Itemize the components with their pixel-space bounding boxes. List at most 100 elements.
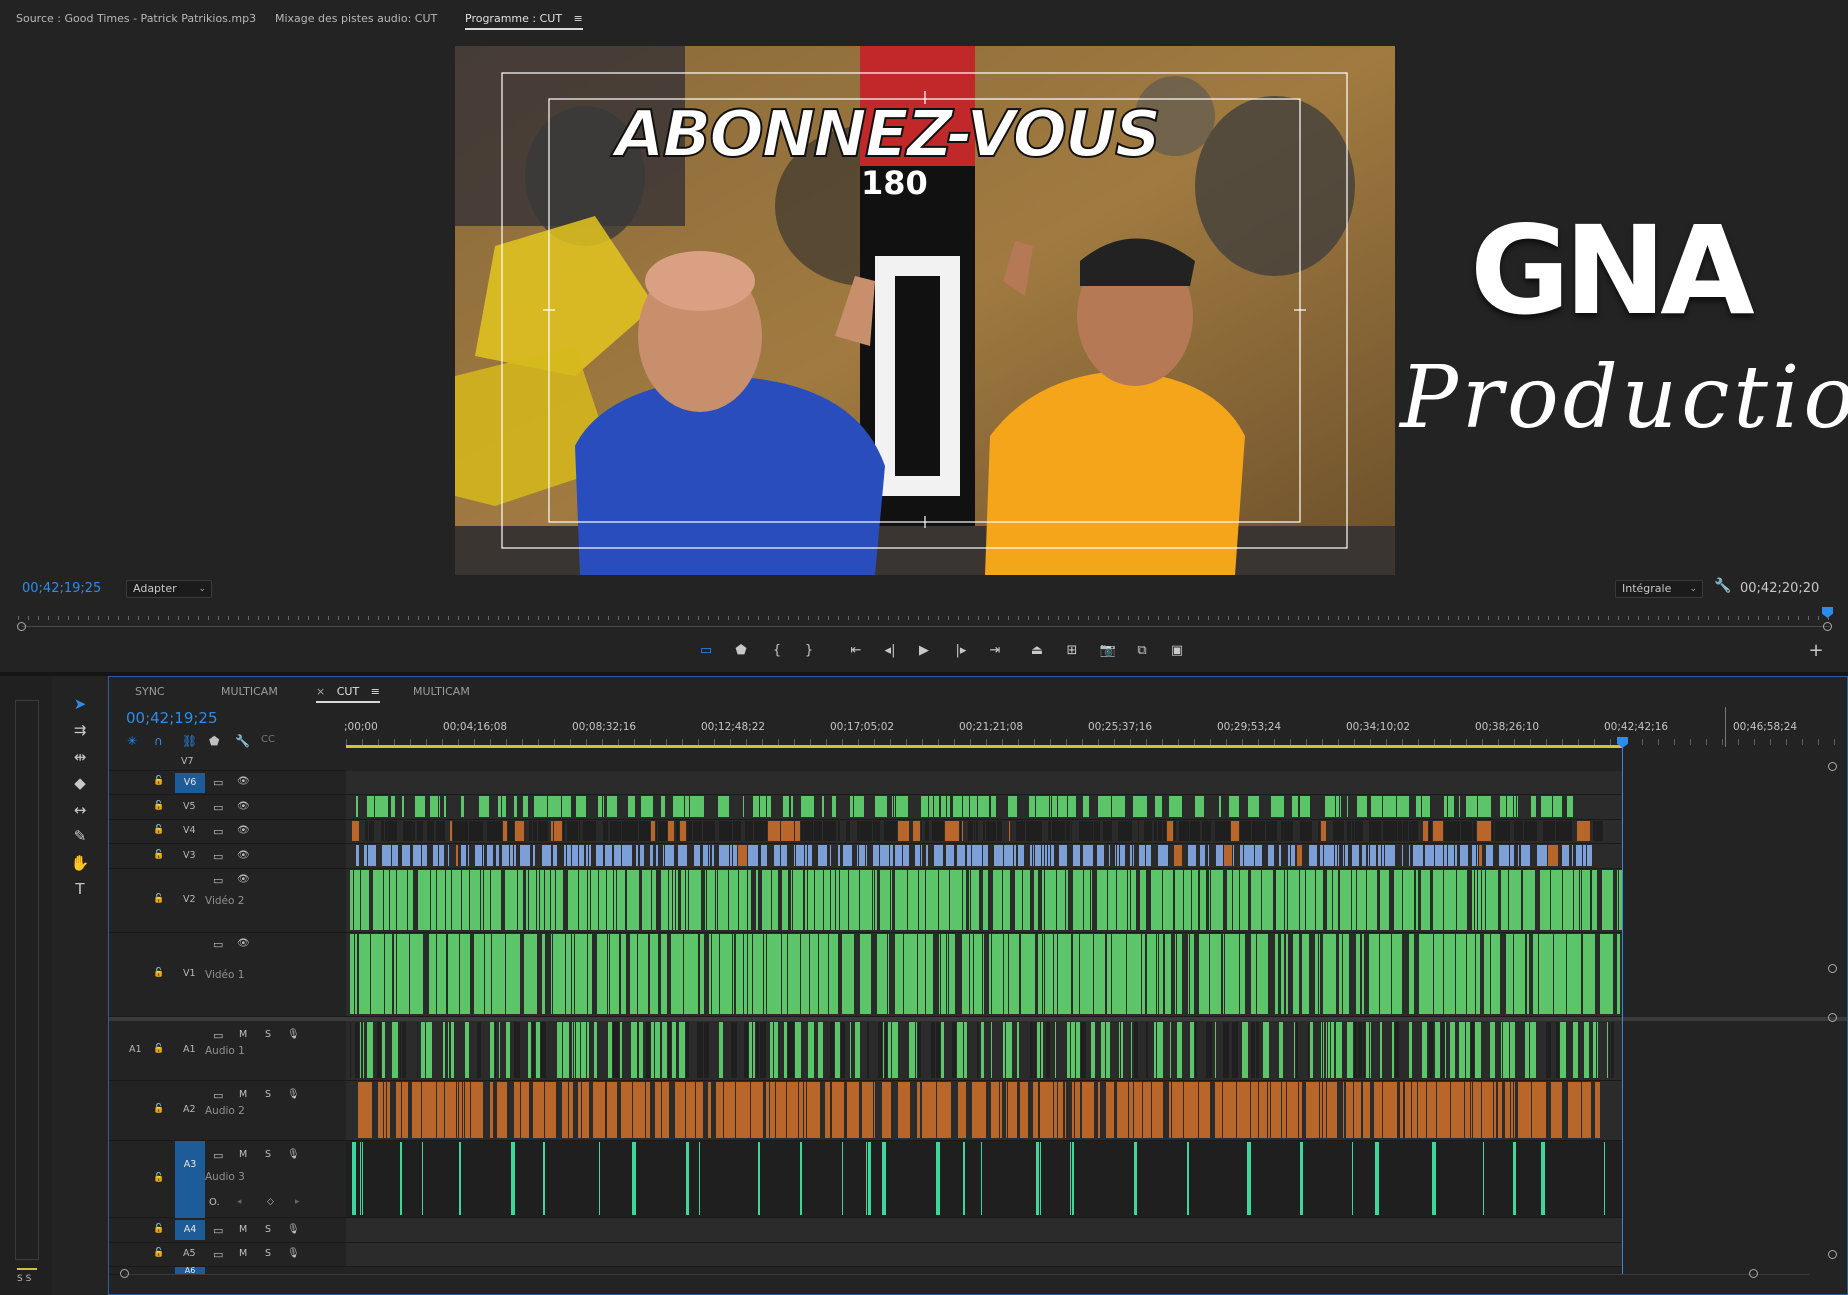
timeline-clip[interactable] bbox=[1385, 845, 1395, 866]
mute-button[interactable]: M bbox=[239, 1029, 247, 1040]
timeline-clip[interactable] bbox=[651, 821, 655, 841]
timeline-clip[interactable] bbox=[699, 1142, 700, 1215]
timeline-clip[interactable] bbox=[795, 821, 800, 841]
timeline-clip[interactable] bbox=[1018, 845, 1024, 866]
timeline-clip[interactable] bbox=[983, 821, 985, 841]
timeline-clip[interactable] bbox=[417, 821, 423, 841]
solo-button[interactable]: S bbox=[265, 1149, 271, 1160]
timeline-clip[interactable] bbox=[1525, 1022, 1529, 1078]
timeline-clip[interactable] bbox=[1120, 845, 1125, 866]
timeline-clip[interactable] bbox=[1083, 845, 1093, 866]
timeline-clip[interactable] bbox=[857, 845, 858, 866]
tab-multicam-1[interactable]: MULTICAM bbox=[221, 685, 278, 698]
timeline-clip[interactable] bbox=[392, 845, 398, 866]
timeline-clip[interactable] bbox=[1394, 870, 1402, 930]
timeline-clip[interactable] bbox=[474, 934, 484, 1014]
go-to-in-icon[interactable]: ⇤ bbox=[845, 642, 867, 660]
timeline-clip[interactable] bbox=[1563, 870, 1573, 930]
timeline-clip[interactable] bbox=[1602, 870, 1613, 930]
timeline-clip[interactable] bbox=[719, 821, 732, 841]
timeline-clip[interactable] bbox=[1380, 870, 1389, 930]
timeline-clip[interactable] bbox=[796, 845, 804, 866]
timeline-clip[interactable] bbox=[408, 870, 413, 930]
timeline-clip[interactable] bbox=[1352, 845, 1359, 866]
timeline-clip[interactable] bbox=[1490, 1022, 1495, 1078]
timeline-clip[interactable] bbox=[479, 796, 489, 817]
timeline-timecode[interactable]: 00;42;19;25 bbox=[126, 709, 218, 727]
timeline-clip[interactable] bbox=[1405, 1082, 1411, 1138]
timeline-clip[interactable] bbox=[490, 1022, 494, 1078]
timeline-clip[interactable] bbox=[1184, 1082, 1198, 1138]
track-target-toggle[interactable]: A3 bbox=[175, 1141, 205, 1218]
timeline-clip[interactable] bbox=[1466, 1022, 1470, 1078]
timeline-clip[interactable] bbox=[651, 1022, 654, 1078]
timeline-clip[interactable] bbox=[1257, 934, 1268, 1014]
timeline-clip[interactable] bbox=[1318, 821, 1320, 841]
timeline-clip[interactable] bbox=[962, 934, 969, 1014]
timeline-clip[interactable] bbox=[433, 845, 438, 866]
timeline-clip[interactable] bbox=[1058, 796, 1067, 817]
timeline-clip[interactable] bbox=[1187, 1142, 1189, 1215]
timeline-clip[interactable] bbox=[1071, 821, 1072, 841]
timeline-clip[interactable] bbox=[1115, 845, 1116, 866]
tab-multicam-2[interactable]: MULTICAM bbox=[413, 685, 470, 698]
timeline-clip[interactable] bbox=[1456, 934, 1466, 1014]
timeline-clip[interactable] bbox=[506, 1022, 510, 1078]
timeline-clip[interactable] bbox=[818, 845, 827, 866]
timeline-clip[interactable] bbox=[916, 1022, 917, 1078]
timeline-clip[interactable] bbox=[581, 1022, 586, 1078]
timeline-clip[interactable] bbox=[668, 1022, 671, 1078]
timeline-clip[interactable] bbox=[1582, 870, 1590, 930]
timeline-clip[interactable] bbox=[523, 796, 528, 817]
timeline-clip[interactable] bbox=[794, 845, 795, 866]
timeline-clip[interactable] bbox=[614, 870, 616, 930]
mark-in-icon[interactable]: { bbox=[766, 642, 788, 660]
timeline-clip[interactable] bbox=[1486, 870, 1498, 930]
timeline-clip[interactable] bbox=[1072, 1142, 1074, 1215]
timeline-clip[interactable] bbox=[1517, 796, 1518, 817]
timeline-clip[interactable] bbox=[532, 1022, 535, 1078]
timeline-clip[interactable] bbox=[655, 1022, 660, 1078]
timeline-clip[interactable] bbox=[842, 1142, 843, 1215]
timeline-clip[interactable] bbox=[767, 934, 781, 1014]
panel-menu-icon[interactable]: ≡ bbox=[574, 12, 583, 25]
timeline-clip[interactable] bbox=[557, 1022, 562, 1078]
timeline-clip[interactable] bbox=[1199, 934, 1209, 1014]
timeline-clip[interactable] bbox=[874, 1082, 875, 1138]
timeline-clip[interactable] bbox=[1506, 934, 1513, 1014]
timeline-clip[interactable] bbox=[639, 821, 650, 841]
timeline-clip[interactable] bbox=[972, 845, 982, 866]
timeline-clip[interactable] bbox=[1437, 1082, 1450, 1138]
timeline-clip[interactable] bbox=[748, 934, 752, 1014]
timeline-clip[interactable] bbox=[1052, 796, 1057, 817]
timeline-clip[interactable] bbox=[745, 821, 753, 841]
timeline-clip[interactable] bbox=[866, 845, 867, 866]
timeline-clip[interactable] bbox=[882, 1082, 891, 1138]
timeline-clip[interactable] bbox=[1576, 845, 1582, 866]
timeline-clip[interactable] bbox=[1514, 1082, 1515, 1138]
timeline-clip[interactable] bbox=[1038, 934, 1042, 1014]
timeline-clip[interactable] bbox=[1054, 1082, 1057, 1138]
timeline-clip[interactable] bbox=[1131, 870, 1136, 930]
timeline-clip[interactable] bbox=[1495, 821, 1510, 841]
video-track-lane[interactable] bbox=[346, 933, 1623, 1017]
timeline-clip[interactable] bbox=[986, 821, 996, 841]
timeline-clip[interactable] bbox=[1354, 1082, 1361, 1138]
timeline-clip[interactable] bbox=[1073, 870, 1083, 930]
timeline-clip[interactable] bbox=[402, 1082, 408, 1138]
timeline-clip[interactable] bbox=[1084, 870, 1090, 930]
timeline-clip[interactable] bbox=[733, 845, 737, 866]
timeline-clip[interactable] bbox=[655, 1082, 661, 1138]
timeline-clip[interactable] bbox=[807, 1082, 820, 1138]
timeline-clip[interactable] bbox=[977, 1022, 979, 1078]
timeline-clip[interactable] bbox=[705, 870, 706, 930]
timeline-clip[interactable] bbox=[1233, 845, 1234, 866]
timeline-clip[interactable] bbox=[1034, 1022, 1036, 1078]
timeline-clip[interactable] bbox=[921, 796, 928, 817]
timeline-clip[interactable] bbox=[1403, 821, 1408, 841]
timeline-clip[interactable] bbox=[997, 821, 1002, 841]
timeline-clip[interactable] bbox=[690, 796, 704, 817]
timeline-clip[interactable] bbox=[1363, 1082, 1370, 1138]
timeline-clip[interactable] bbox=[431, 870, 436, 930]
timeline-clip[interactable] bbox=[1323, 1082, 1326, 1138]
